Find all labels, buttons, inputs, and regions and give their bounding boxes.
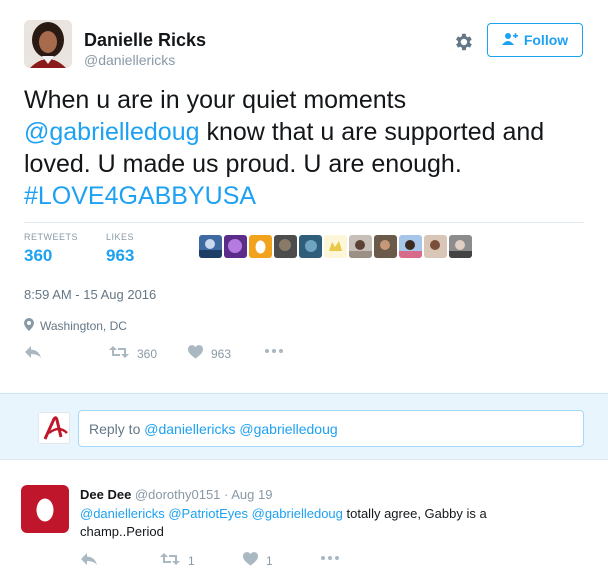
follow-person-plus-icon [501,32,518,49]
divider [24,222,584,223]
more-dots-icon [320,551,340,565]
liker-avatar[interactable] [249,235,272,258]
reply-composer: Reply to @daniellericks @gabrielledoug [0,393,608,460]
reply-button[interactable] [80,552,98,569]
like-button[interactable]: 1 [242,552,273,569]
likes-stat[interactable]: LIKES 963 [106,232,134,266]
retweet-icon [109,345,129,362]
tweet-text: When u are in your quiet moments @gabrie… [24,84,584,212]
like-heart-icon [187,345,204,362]
retweet-count: 1 [188,553,195,568]
follow-button[interactable]: Follow [487,23,583,57]
tweet-text-line2: know that u are supported and [199,118,545,146]
location-pin-icon [24,318,34,334]
retweet-icon [160,552,180,569]
liker-avatar[interactable] [199,235,222,258]
retweets-label: RETWEETS [24,232,79,242]
author-handle[interactable]: @daniellericks [84,52,175,68]
reply-author-handle-date[interactable]: @dorothy0151 · Aug 19 [131,487,273,502]
reply-tweet: Dee Dee @dorothy0151 · Aug 19 @danieller… [0,460,608,578]
author-name[interactable]: Danielle Ricks [84,30,206,51]
author-avatar[interactable] [24,20,72,68]
follow-button-label: Follow [523,32,569,48]
reply-author-avatar[interactable] [21,485,69,533]
liker-avatar[interactable] [449,235,472,258]
retweet-count: 360 [137,346,158,361]
liker-avatar[interactable] [274,235,297,258]
reply-mentions[interactable]: @daniellericks @PatriotEyes @gabrielledo… [80,506,343,521]
more-button[interactable] [264,344,284,358]
liker-avatars [199,235,472,258]
reply-icon [24,345,42,362]
like-count: 1 [266,553,273,568]
retweets-stat[interactable]: RETWEETS 360 [24,232,78,266]
liker-avatar[interactable] [399,235,422,258]
retweet-button[interactable]: 360 [109,345,157,362]
liker-avatar[interactable] [374,235,397,258]
retweets-count: 360 [24,246,53,265]
like-count: 963 [211,346,232,361]
liker-avatar[interactable] [424,235,447,258]
main-tweet: Danielle Ricks @daniellericks Follow Whe… [0,0,608,393]
more-button[interactable] [320,551,340,565]
gear-icon[interactable] [452,31,474,53]
like-heart-icon [242,552,259,569]
tweet-text-line1: When u are in your quiet moments [24,86,407,114]
current-user-avatar [38,412,70,444]
reply-header: Dee Dee @dorothy0151 · Aug 19 [80,487,272,502]
tweet-text-line3: loved. U made us proud. U are enough. [24,150,462,178]
likes-label: LIKES [106,232,135,242]
more-dots-icon [264,344,284,358]
reply-input-mentions: @daniellericks @gabrielledoug [144,421,338,437]
tweet-hashtag-link[interactable]: #LOVE4GABBYUSA [24,182,256,210]
tweet-mention-link[interactable]: @gabrielledoug [24,118,200,146]
reply-author-name[interactable]: Dee Dee [80,487,131,502]
reply-icon [80,552,98,569]
location-label: Washington, DC [40,319,127,333]
reply-button[interactable] [24,345,42,362]
reply-input-prefix: Reply to [89,421,145,437]
retweet-button[interactable]: 1 [160,552,195,569]
reply-text: @daniellericks @PatriotEyes @gabrielledo… [80,505,540,541]
liker-avatar[interactable] [224,235,247,258]
liker-avatar[interactable] [324,235,347,258]
tweet-timestamp[interactable]: 8:59 AM - 15 Aug 2016 [24,287,156,302]
like-button[interactable]: 963 [187,345,232,362]
liker-avatar[interactable] [349,235,372,258]
reply-input[interactable]: Reply to @daniellericks @gabrielledoug [78,410,584,447]
tweet-location[interactable]: Washington, DC [24,318,127,334]
likes-count: 963 [106,246,135,265]
liker-avatar[interactable] [299,235,322,258]
